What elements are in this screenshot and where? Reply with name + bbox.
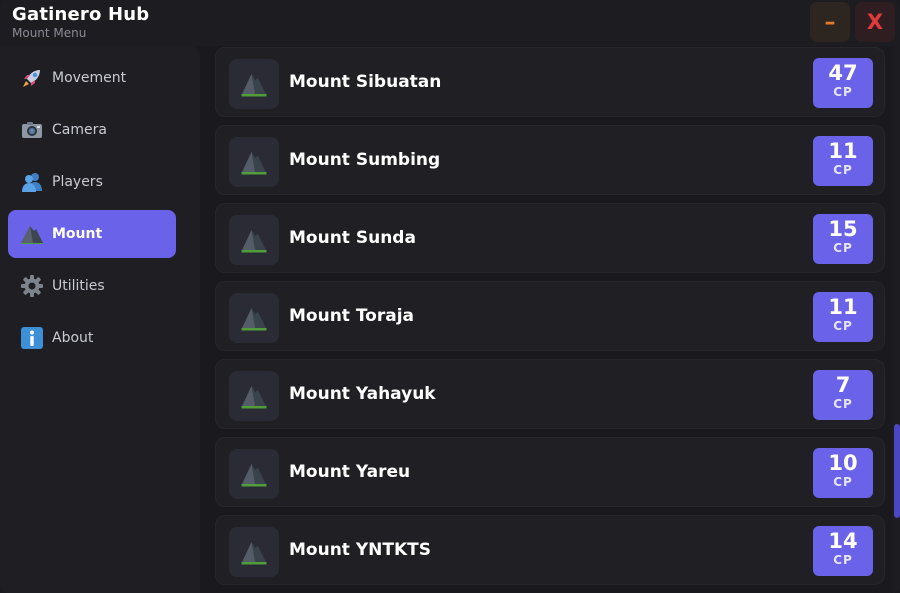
cp-badge: 10 CP (813, 448, 873, 498)
info-icon (20, 326, 44, 350)
scrollbar-thumb[interactable] (894, 424, 900, 518)
cp-value: 11 (828, 295, 858, 319)
cp-badge: 7 CP (813, 370, 873, 420)
sidebar-item-about[interactable]: About (8, 314, 176, 362)
sidebar-item-camera[interactable]: Camera (8, 106, 176, 154)
title-bar[interactable]: Gatinero Hub Mount Menu – X (0, 0, 900, 46)
cp-value: 14 (828, 529, 858, 553)
cp-unit: CP (833, 163, 853, 177)
app-title: Gatinero Hub (12, 4, 150, 25)
mountain-icon (229, 59, 279, 109)
cp-unit: CP (833, 319, 853, 333)
cp-badge: 47 CP (813, 58, 873, 108)
sidebar-item-label: Camera (52, 122, 107, 138)
mountain-icon (229, 137, 279, 187)
mount-card[interactable]: Mount Yareu 10 CP (215, 437, 885, 507)
mountain-icon (229, 449, 279, 499)
cp-value: 7 (835, 373, 851, 397)
mount-name: Mount Sumbing (289, 150, 441, 170)
sidebar-item-label: Mount (52, 226, 103, 242)
cp-unit: CP (833, 397, 853, 411)
cp-unit: CP (833, 85, 853, 99)
app-subtitle: Mount Menu (12, 26, 87, 40)
cp-badge: 15 CP (813, 214, 873, 264)
cp-value: 10 (828, 451, 858, 475)
cp-badge: 14 CP (813, 526, 873, 576)
mountain-icon (229, 293, 279, 343)
mount-card[interactable]: Mount Sunda 15 CP (215, 203, 885, 273)
cp-value: 15 (828, 217, 858, 241)
mount-name: Mount Sibuatan (289, 72, 442, 92)
mount-card[interactable]: Mount Toraja 11 CP (215, 281, 885, 351)
sidebar-item-label: Utilities (52, 278, 105, 294)
sidebar: Movement Camera Players Mount Utilities … (0, 46, 200, 593)
cp-badge: 11 CP (813, 292, 873, 342)
sidebar-item-mount[interactable]: Mount (8, 210, 176, 258)
cp-badge: 11 CP (813, 136, 873, 186)
sidebar-item-label: About (52, 330, 94, 346)
gear-icon (20, 274, 44, 298)
players-icon (20, 170, 44, 194)
mount-name: Mount Sunda (289, 228, 416, 248)
close-button[interactable]: X (855, 2, 895, 42)
sidebar-item-label: Movement (52, 70, 127, 86)
camera-icon (20, 118, 44, 142)
minimize-button[interactable]: – (810, 2, 850, 42)
mount-card[interactable]: Mount Sibuatan 47 CP (215, 47, 885, 117)
app-window: Gatinero Hub Mount Menu – X Movement Cam… (0, 0, 900, 593)
cp-value: 11 (828, 139, 858, 163)
sidebar-item-label: Players (52, 174, 103, 190)
mount-list: Mount Sibuatan 47 CP Mount Sumbing 11 CP… (214, 46, 886, 593)
mountain-icon (20, 222, 44, 246)
mount-card[interactable]: Mount YNTKTS 14 CP (215, 515, 885, 585)
rocket-icon (20, 66, 44, 90)
mount-card[interactable]: Mount Yahayuk 7 CP (215, 359, 885, 429)
mount-name: Mount Yahayuk (289, 384, 436, 404)
sidebar-item-utilities[interactable]: Utilities (8, 262, 176, 310)
cp-value: 47 (828, 61, 858, 85)
mount-name: Mount Yareu (289, 462, 411, 482)
mount-card[interactable]: Mount Sumbing 11 CP (215, 125, 885, 195)
mountain-icon (229, 215, 279, 265)
mount-name: Mount Toraja (289, 306, 415, 326)
cp-unit: CP (833, 553, 853, 567)
mount-name: Mount YNTKTS (289, 540, 431, 560)
mountain-icon (229, 371, 279, 421)
sidebar-item-movement[interactable]: Movement (8, 54, 176, 102)
mountain-icon (229, 527, 279, 577)
sidebar-item-players[interactable]: Players (8, 158, 176, 206)
cp-unit: CP (833, 475, 853, 489)
cp-unit: CP (833, 241, 853, 255)
